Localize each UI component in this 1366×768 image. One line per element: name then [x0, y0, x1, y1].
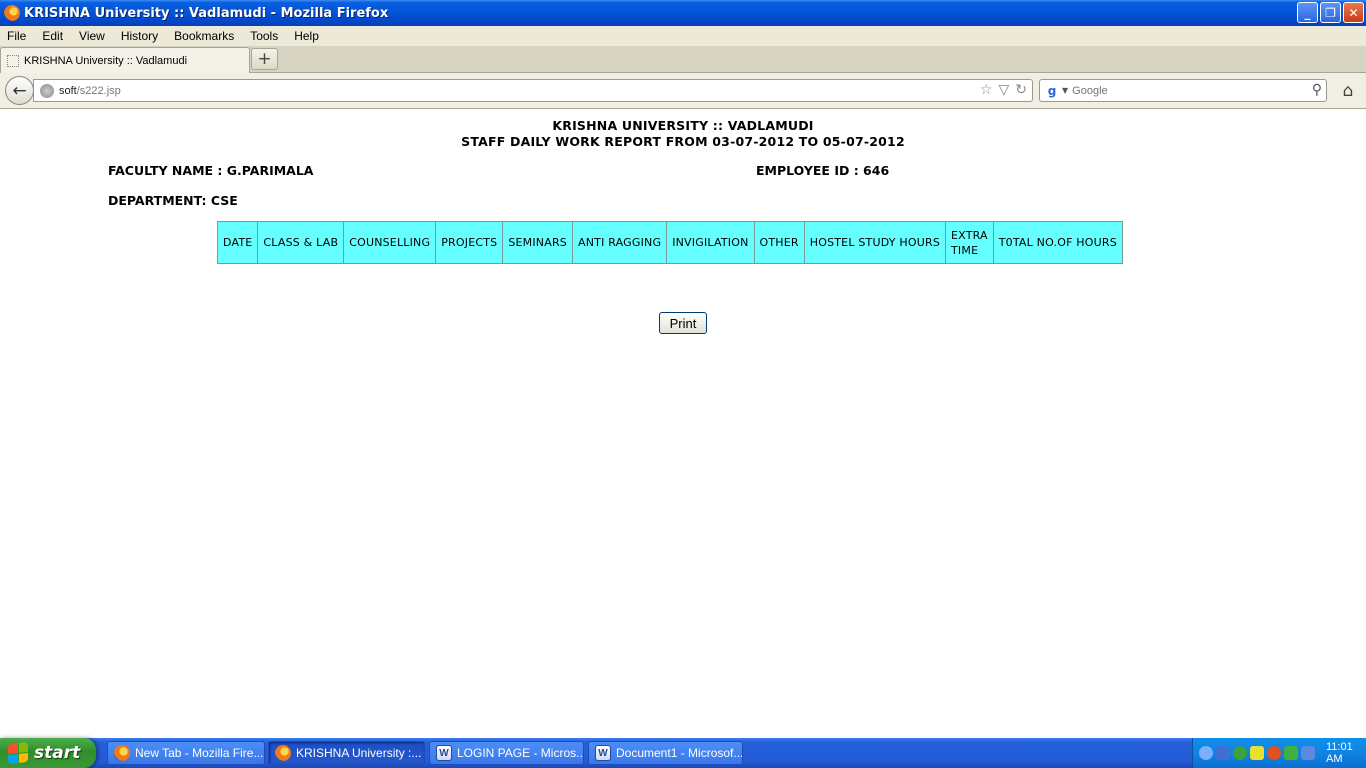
menu-tools[interactable]: Tools [250, 29, 286, 43]
restore-button[interactable]: ❐ [1320, 2, 1341, 23]
task-krishna-university[interactable]: KRISHNA University :... [268, 741, 425, 765]
app-tray-icon[interactable] [1267, 746, 1281, 760]
firefox-icon [275, 745, 291, 761]
windows-logo-icon [8, 741, 28, 765]
url-host: soft [59, 84, 77, 97]
report-title: STAFF DAILY WORK REPORT FROM 03-07-2012 … [461, 134, 905, 149]
university-title: KRISHNA UNIVERSITY :: VADLAMUDI [552, 118, 814, 133]
new-tab-button[interactable]: + [251, 48, 278, 70]
volume-icon[interactable] [1301, 746, 1315, 760]
system-tray: 11:01 AM [1192, 738, 1366, 768]
search-bar[interactable]: g ▼ ⚲ [1039, 79, 1327, 102]
task-label: LOGIN PAGE - Micros... [457, 746, 584, 760]
col-total-hours: T0TAL NO.OF HOURS [992, 221, 1123, 264]
word-icon: W [595, 745, 611, 761]
col-extra-time: EXTRA TIME [945, 221, 994, 264]
utorrent-icon[interactable] [1233, 746, 1247, 760]
taskbar: start New Tab - Mozilla Fire... KRISHNA … [0, 738, 1366, 768]
search-engine-dropdown-icon[interactable]: ▼ [1062, 86, 1068, 95]
page-content: KRISHNA UNIVERSITY :: VADLAMUDI STAFF DA… [0, 110, 1366, 738]
menu-file[interactable]: File [7, 29, 34, 43]
menu-bookmarks[interactable]: Bookmarks [174, 29, 242, 43]
tray-expand-icon[interactable] [1199, 746, 1213, 760]
employee-id: EMPLOYEE ID : 646 [756, 163, 890, 178]
print-button[interactable]: Print [659, 312, 707, 334]
menu-edit[interactable]: Edit [42, 29, 71, 43]
url-bar-icons: ☆ ▽ ↻ [980, 82, 1027, 98]
faculty-name: FACULTY NAME : G.PARIMALA [108, 163, 314, 178]
navigation-bar: soft/s222.jsp ☆ ▽ ↻ ← g ▼ ⚲ ⌂ [0, 73, 1366, 109]
start-label: start [34, 743, 81, 763]
search-go-icon[interactable]: ⚲ [1312, 82, 1322, 98]
tab-bar: KRISHNA University :: Vadlamudi + [0, 46, 1366, 73]
col-other: OTHER [753, 221, 805, 264]
home-button[interactable]: ⌂ [1338, 81, 1358, 101]
search-input[interactable] [1072, 84, 1293, 97]
firefox-icon [114, 745, 130, 761]
task-label: New Tab - Mozilla Fire... [135, 746, 264, 760]
firefox-icon [4, 5, 20, 21]
table-header-row: DATE CLASS & LAB COUNSELLING PROJECTS SE… [216, 221, 1123, 264]
col-anti-ragging: ANTI RAGGING [571, 221, 668, 264]
google-icon[interactable]: g [1044, 83, 1060, 99]
history-dropdown-icon[interactable]: ▽ [998, 82, 1009, 98]
start-button[interactable]: start [0, 738, 96, 768]
tab-label: KRISHNA University :: Vadlamudi [24, 54, 188, 67]
minimize-button[interactable]: _ [1297, 2, 1318, 23]
reload-icon[interactable]: ↻ [1015, 82, 1027, 98]
col-seminars: SEMINARS [502, 221, 573, 264]
col-class-lab: CLASS & LAB [257, 221, 345, 264]
task-document1-word[interactable]: W Document1 - Microsof... [588, 741, 743, 765]
col-projects: PROJECTS [435, 221, 504, 264]
menu-bar: File Edit View History Bookmarks Tools H… [0, 26, 1366, 46]
url-text: soft/s222.jsp [59, 85, 121, 97]
task-new-tab-firefox[interactable]: New Tab - Mozilla Fire... [107, 741, 265, 765]
globe-icon [40, 83, 54, 98]
menu-help[interactable]: Help [294, 29, 327, 43]
security-shield-icon[interactable] [1250, 746, 1264, 760]
tab-krishna-university[interactable]: KRISHNA University :: Vadlamudi [0, 47, 250, 73]
sync-icon[interactable] [1284, 746, 1298, 760]
network-icon[interactable] [1216, 746, 1230, 760]
col-counselling: COUNSELLING [343, 221, 437, 264]
window-controls: _ ❐ ✕ [1297, 2, 1364, 23]
back-button[interactable]: ← [5, 76, 34, 105]
word-icon: W [436, 745, 452, 761]
task-label: KRISHNA University :... [296, 746, 422, 760]
page-favicon-icon [7, 54, 19, 67]
work-report-table: DATE CLASS & LAB COUNSELLING PROJECTS SE… [216, 221, 1123, 264]
task-label: Document1 - Microsof... [616, 746, 743, 760]
window-title-bar: KRISHNA University :: Vadlamudi - Mozill… [0, 0, 1366, 26]
menu-view[interactable]: View [79, 29, 113, 43]
window-title: KRISHNA University :: Vadlamudi - Mozill… [24, 5, 389, 21]
col-hostel-study-hours: HOSTEL STUDY HOURS [803, 221, 947, 264]
url-path: /s222.jsp [76, 84, 121, 97]
department: DEPARTMENT: CSE [108, 193, 238, 208]
close-button[interactable]: ✕ [1343, 2, 1364, 23]
url-bar[interactable]: soft/s222.jsp ☆ ▽ ↻ [33, 79, 1033, 102]
col-date: DATE [216, 221, 259, 264]
task-login-page-word[interactable]: W LOGIN PAGE - Micros... [429, 741, 584, 765]
clock[interactable]: 11:01 AM [1326, 741, 1366, 765]
menu-history[interactable]: History [121, 29, 166, 43]
col-invigilation: INVIGILATION [666, 221, 755, 264]
bookmark-star-icon[interactable]: ☆ [980, 82, 993, 98]
